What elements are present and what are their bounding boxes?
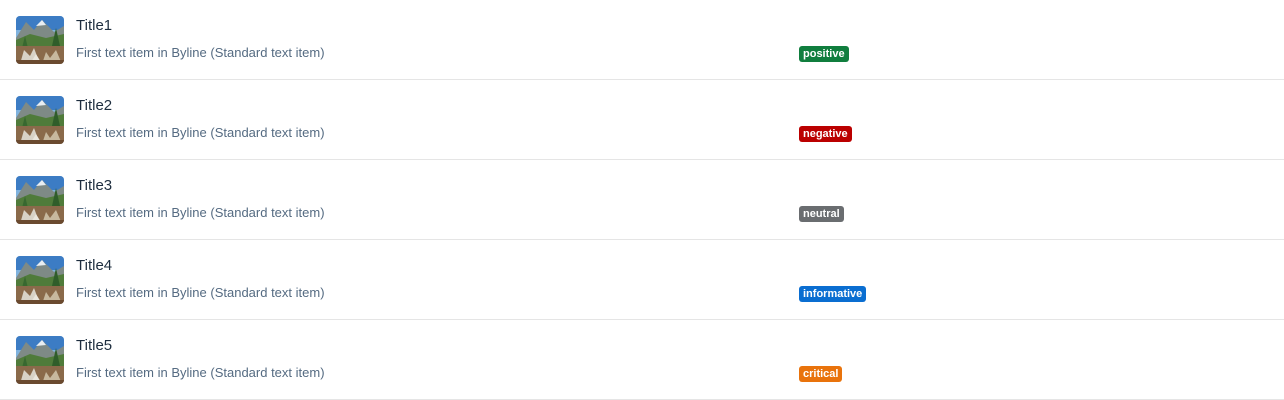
item-byline: First text item in Byline (Standard text… <box>76 365 325 380</box>
item-title: Title4 <box>76 257 113 274</box>
list-item[interactable]: Title1 First text item in Byline (Standa… <box>0 0 1284 80</box>
item-byline: First text item in Byline (Standard text… <box>76 125 325 140</box>
list-item[interactable]: Title5 First text item in Byline (Standa… <box>0 320 1284 400</box>
standard-list: Title1 First text item in Byline (Standa… <box>0 0 1284 400</box>
item-byline: First text item in Byline (Standard text… <box>76 285 325 300</box>
landscape-thumbnail-icon <box>16 16 64 64</box>
landscape-thumbnail-icon <box>16 96 64 144</box>
item-title: Title5 <box>76 337 113 354</box>
landscape-thumbnail-icon <box>16 256 64 304</box>
status-badge: positive <box>799 46 849 62</box>
item-byline: First text item in Byline (Standard text… <box>76 205 325 220</box>
status-badge: negative <box>799 126 852 142</box>
list-item[interactable]: Title2 First text item in Byline (Standa… <box>0 80 1284 160</box>
item-title: Title3 <box>76 177 113 194</box>
list-item[interactable]: Title3 First text item in Byline (Standa… <box>0 160 1284 240</box>
status-badge: neutral <box>799 206 844 222</box>
list-item[interactable]: Title4 First text item in Byline (Standa… <box>0 240 1284 320</box>
landscape-thumbnail-icon <box>16 336 64 384</box>
item-title: Title2 <box>76 97 113 114</box>
item-title: Title1 <box>76 17 113 34</box>
landscape-thumbnail-icon <box>16 176 64 224</box>
item-byline: First text item in Byline (Standard text… <box>76 45 325 60</box>
status-badge: informative <box>799 286 867 302</box>
status-badge: critical <box>799 366 843 382</box>
